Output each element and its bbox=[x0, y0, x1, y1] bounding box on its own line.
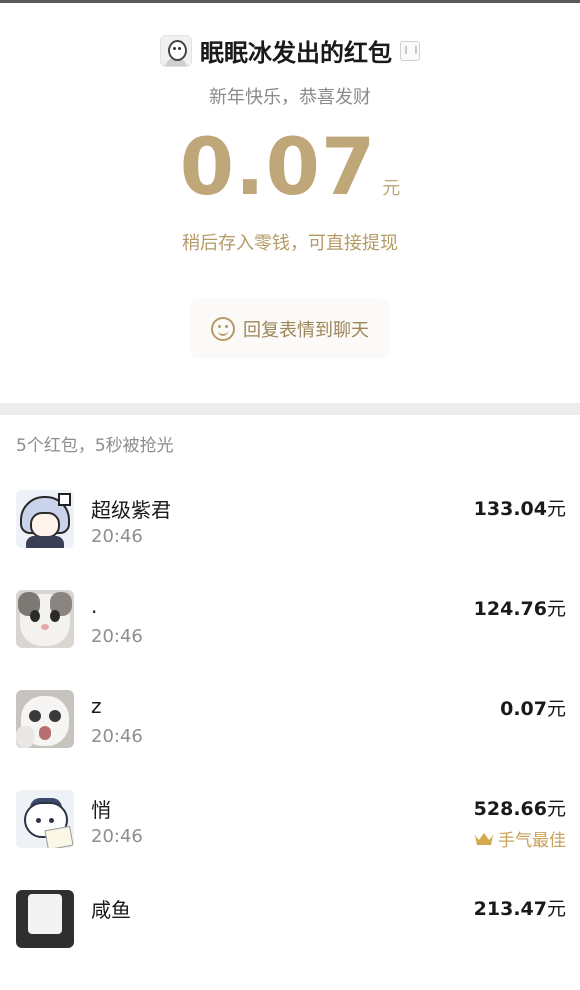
screaming-cat-avatar[interactable] bbox=[16, 690, 74, 748]
recipient-name: 咸鱼 bbox=[91, 898, 131, 922]
smile-icon bbox=[211, 317, 235, 341]
sender-row: 眠眠冰发出的红包 bbox=[0, 33, 580, 68]
list-summary: 5个红包，5秒被抢光 bbox=[16, 436, 174, 456]
amount-unit: 元 bbox=[382, 178, 401, 199]
deposit-note[interactable]: 稍后存入零钱，可直接提现 bbox=[0, 229, 580, 255]
list-item[interactable]: 超级紫君 20:46 133.04元 bbox=[0, 490, 580, 590]
recipient-amount: 133.04元 bbox=[473, 498, 566, 520]
cat-avatar[interactable] bbox=[16, 590, 74, 648]
list-item[interactable]: 咸鱼 213.47元 bbox=[0, 890, 580, 990]
recipient-amount: 124.76元 bbox=[473, 598, 566, 620]
red-packet-header: 眠眠冰发出的红包 新年快乐，恭喜发财 0.07 元 稍后存入零钱，可直接提现 回复… bbox=[0, 3, 580, 403]
best-luck-label: 手气最佳 bbox=[498, 831, 566, 851]
greeting-text: 新年快乐，恭喜发财 bbox=[209, 87, 371, 108]
sender-avatar[interactable] bbox=[160, 34, 192, 67]
crown-icon bbox=[474, 831, 494, 847]
cartoon-cat-avatar[interactable] bbox=[16, 790, 74, 848]
amount-value: 0.07 bbox=[179, 123, 377, 213]
pin-icon bbox=[400, 40, 420, 61]
recipient-name: 悄 bbox=[91, 798, 111, 822]
section-divider bbox=[0, 403, 580, 415]
sender-title: 眠眠冰发出的红包 bbox=[200, 39, 392, 67]
recipient-time: 20:46 bbox=[91, 826, 143, 847]
reply-sticker-label: 回复表情到聊天 bbox=[243, 320, 369, 341]
shirt-avatar[interactable] bbox=[16, 890, 74, 948]
anime-girl-avatar[interactable] bbox=[16, 490, 74, 548]
recipient-time: 20:46 bbox=[91, 526, 143, 547]
recipient-amount: 0.07元 bbox=[500, 698, 566, 720]
list-item[interactable]: z 20:46 0.07元 bbox=[0, 690, 580, 790]
recipient-time: 20:46 bbox=[91, 626, 143, 647]
recipient-name: . bbox=[91, 594, 98, 618]
recipient-name: z bbox=[91, 694, 102, 718]
reply-sticker-button[interactable]: 回复表情到聊天 bbox=[190, 299, 390, 359]
list-item[interactable]: 悄 20:46 528.66元 手气最佳 bbox=[0, 790, 580, 890]
recipient-time: 20:46 bbox=[91, 726, 143, 747]
recipient-amount: 528.66元 bbox=[473, 798, 566, 820]
received-amount: 0.07 元 bbox=[0, 123, 580, 213]
list-item[interactable]: . 20:46 124.76元 bbox=[0, 590, 580, 690]
recipients-list: 5个红包，5秒被抢光 超级紫君 20:46 133.04元 . 20:46 12… bbox=[0, 415, 580, 948]
recipient-name: 超级紫君 bbox=[91, 498, 171, 522]
recipient-amount: 213.47元 bbox=[473, 898, 566, 920]
best-luck-badge: 手气最佳 bbox=[474, 826, 566, 851]
